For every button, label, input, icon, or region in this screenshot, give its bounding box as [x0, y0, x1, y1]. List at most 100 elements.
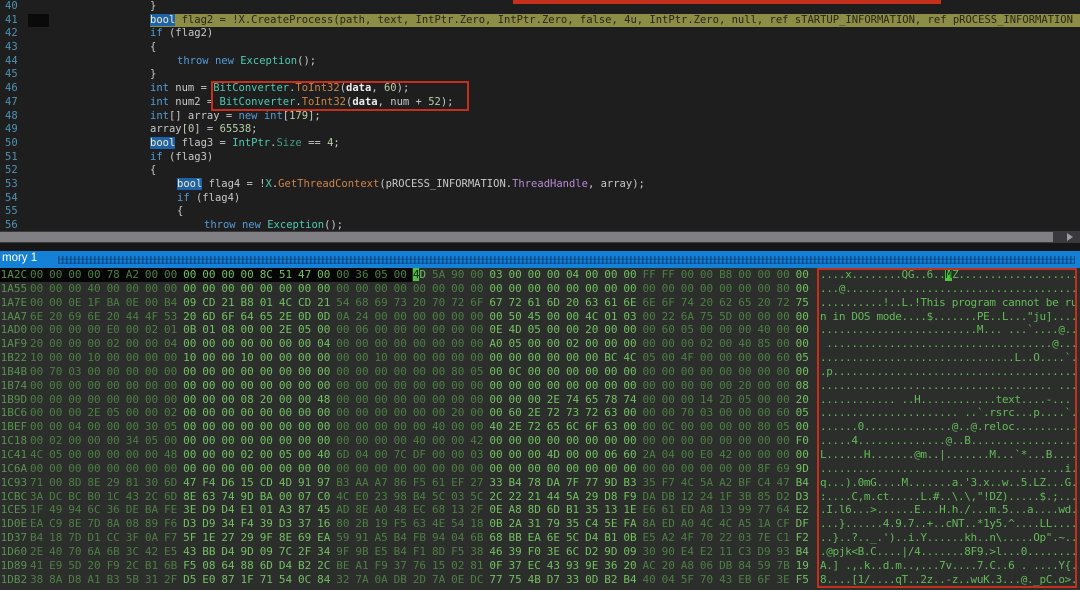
hex-byte[interactable]: 87 — [298, 503, 317, 517]
hex-byte[interactable]: 72 — [509, 296, 528, 310]
hex-bytes[interactable]: 71008D8E2981306D47F4D615CD4D9197B3AAA786… — [30, 476, 815, 490]
hex-byte[interactable]: 00 — [49, 296, 68, 310]
hex-byte[interactable]: 8E — [87, 476, 106, 490]
hex-byte[interactable]: 00 — [681, 434, 700, 448]
hex-byte[interactable]: 00 — [489, 448, 508, 462]
hex-byte[interactable]: DF — [413, 448, 432, 462]
hex-byte[interactable]: 30 — [643, 545, 662, 559]
hex-byte[interactable]: 1C — [107, 490, 126, 504]
hex-byte[interactable]: 97 — [317, 476, 336, 490]
hex-byte[interactable]: 00 — [49, 323, 68, 337]
hex-byte[interactable]: 43 — [547, 559, 566, 573]
hex-byte[interactable]: 00 — [413, 282, 432, 296]
hex-byte[interactable]: A0 — [375, 503, 394, 517]
hex-byte[interactable]: 00 — [298, 420, 317, 434]
hex-byte[interactable]: 1E — [623, 503, 642, 517]
hex-byte[interactable]: 00 — [394, 282, 413, 296]
hex-byte[interactable]: 87 — [221, 573, 240, 587]
hex-byte[interactable]: 00 — [126, 351, 145, 365]
hex-byte[interactable]: 4D — [509, 323, 528, 337]
hex-byte[interactable]: 00 — [336, 434, 355, 448]
hex-byte[interactable]: 42 — [145, 545, 164, 559]
hex-byte[interactable]: 00 — [470, 337, 489, 351]
hex-byte[interactable]: 00 — [776, 434, 795, 448]
hex-byte[interactable]: 00 — [241, 379, 260, 393]
hex-byte[interactable]: 5D — [719, 310, 738, 324]
hex-byte[interactable]: 00 — [394, 462, 413, 476]
hex-byte[interactable]: 00 — [700, 379, 719, 393]
memory-row[interactable]: 61CBC3ADCBCB01C432C6D8E63749DBA0007C04CE… — [0, 490, 1080, 504]
hex-byte[interactable]: 00 — [662, 337, 681, 351]
hex-byte[interactable]: 31 — [528, 517, 547, 531]
hex-byte[interactable]: F9 — [375, 559, 394, 573]
hex-byte[interactable]: 00 — [183, 268, 202, 282]
hex-byte[interactable]: EC — [528, 559, 547, 573]
hex-byte[interactable]: 50 — [509, 310, 528, 324]
hex-bytes[interactable]: 1000001000000000100000100000000000001000… — [30, 351, 815, 365]
hex-byte[interactable]: 05 — [164, 420, 183, 434]
hex-byte[interactable]: 9D — [241, 545, 260, 559]
hex-byte[interactable]: EA — [528, 531, 547, 545]
hex-byte[interactable]: 00 — [107, 282, 126, 296]
hex-byte[interactable]: 4B — [528, 573, 547, 587]
hex-byte[interactable]: 09 — [623, 545, 642, 559]
hex-bytes[interactable]: 4C0500000000004800000002000500406D04007C… — [30, 448, 815, 462]
hex-byte[interactable]: 00 — [126, 420, 145, 434]
hex-byte[interactable]: 24 — [355, 310, 374, 324]
hex-byte[interactable]: 00 — [164, 351, 183, 365]
hex-byte[interactable]: 72 — [585, 406, 604, 420]
hex-byte[interactable]: 00 — [662, 406, 681, 420]
hex-byte[interactable]: 00 — [68, 282, 87, 296]
hex-byte[interactable]: ED — [681, 503, 700, 517]
hex-byte[interactable]: 00 — [241, 323, 260, 337]
hex-byte[interactable]: AA — [355, 476, 374, 490]
hex-byte[interactable]: 4C — [719, 517, 738, 531]
hex-byte[interactable]: 00 — [623, 420, 642, 434]
hex-byte[interactable]: 00 — [528, 365, 547, 379]
hex-byte[interactable]: 00 — [107, 448, 126, 462]
hex-byte[interactable]: 6F — [757, 573, 776, 587]
hex-byte[interactable]: 30 — [145, 476, 164, 490]
hex-byte[interactable]: 00 — [145, 351, 164, 365]
hex-byte[interactable]: 5A — [432, 268, 451, 282]
hex-byte[interactable]: 00 — [719, 351, 738, 365]
ascii-column[interactable]: ...............................L..O....`… — [820, 351, 1077, 365]
hex-byte[interactable]: 93 — [566, 559, 585, 573]
hex-byte[interactable]: 38 — [470, 545, 489, 559]
hex-byte[interactable]: 00 — [547, 379, 566, 393]
hex-byte[interactable]: C4 — [757, 476, 776, 490]
hex-bytes[interactable]: 388AD8A1B35B312FD5E0871F71540C84327A0ADB… — [30, 573, 815, 587]
hex-byte[interactable]: 2E — [547, 393, 566, 407]
hex-byte[interactable]: 53 — [164, 310, 183, 324]
hex-byte[interactable]: 00 — [221, 448, 240, 462]
hex-byte[interactable]: 64 — [776, 503, 795, 517]
hex-byte[interactable]: 2E — [30, 545, 49, 559]
hex-byte[interactable]: 93 — [776, 545, 795, 559]
hex-byte[interactable]: 8D — [528, 503, 547, 517]
line-number[interactable]: 52 — [0, 164, 29, 178]
hex-byte[interactable]: 00 — [643, 337, 662, 351]
hex-byte[interactable]: 6F — [470, 296, 489, 310]
hex-byte[interactable]: 00 — [643, 310, 662, 324]
hex-byte[interactable]: 00 — [49, 337, 68, 351]
hex-byte[interactable]: 65 — [738, 296, 757, 310]
hex-byte[interactable]: 3B — [738, 490, 757, 504]
hex-byte[interactable]: 00 — [470, 282, 489, 296]
hex-byte[interactable]: 00 — [336, 379, 355, 393]
ascii-column[interactable]: ....x........QG..6..MZ..................… — [820, 268, 1078, 282]
hex-byte[interactable]: 4C — [30, 448, 49, 462]
hex-byte[interactable]: 5B — [126, 573, 145, 587]
hex-byte[interactable]: 8D — [68, 476, 87, 490]
code-line[interactable]: 46int num = BitConverter.ToInt32(data, 6… — [0, 82, 1080, 96]
hex-byte[interactable]: BB — [509, 531, 528, 545]
hex-byte[interactable]: 00 — [796, 420, 815, 434]
hex-byte[interactable]: F4 — [241, 517, 260, 531]
hex-byte[interactable]: 00 — [202, 420, 221, 434]
memory-row[interactable]: 61CE51F49946C36DEBAFE3ED9D4E101A38745AD8… — [0, 503, 1080, 517]
hex-byte[interactable]: 1E — [202, 531, 221, 545]
hex-byte[interactable]: 6A — [681, 310, 700, 324]
hex-byte[interactable]: F9 — [107, 559, 126, 573]
hex-byte[interactable]: DF — [796, 517, 815, 531]
hex-byte[interactable]: 00 — [221, 365, 240, 379]
hex-byte[interactable]: 4C — [279, 296, 298, 310]
